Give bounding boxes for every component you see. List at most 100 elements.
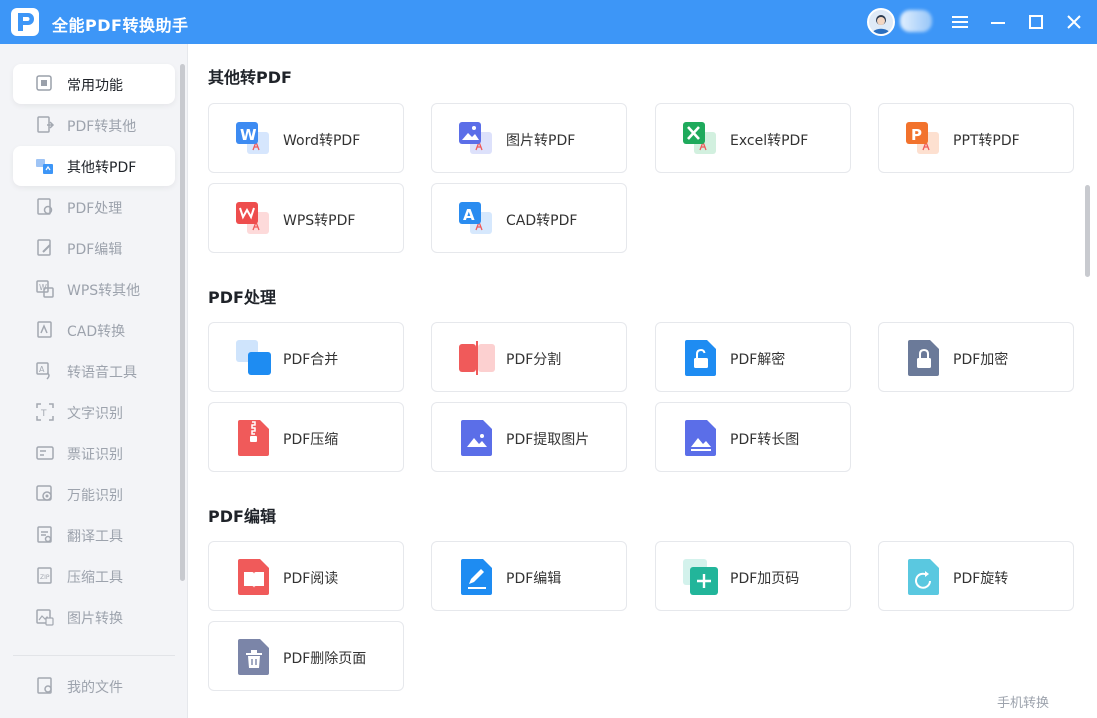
sidebar-item-universal-ocr[interactable]: 万能识别 <box>13 474 175 514</box>
pdf-merge-card[interactable]: PDF合并 <box>208 322 404 392</box>
pdf-compress-card[interactable]: PDF压缩 <box>208 402 404 472</box>
sidebar: 常用功能 PDF转其他 其他转PDF PDF处理 PDF编辑 W WPS转其他 … <box>0 44 188 718</box>
card-label: PDF阅读 <box>283 571 339 587</box>
mobile-convert-link[interactable]: 手机转换 <box>997 692 1049 711</box>
sidebar-item-label: 票证识别 <box>67 447 123 463</box>
card-label: PDF提取图片 <box>506 432 590 448</box>
menu-icon[interactable] <box>948 10 972 34</box>
translate-icon <box>37 526 52 543</box>
sidebar-item-label: 转语音工具 <box>67 365 137 381</box>
card-label: PDF旋转 <box>953 571 1009 587</box>
sidebar-item-label: 常用功能 <box>67 78 123 94</box>
pdf-edit-card[interactable]: PDF编辑 <box>431 541 627 611</box>
delete-page-icon <box>238 639 269 675</box>
read-icon <box>238 559 269 595</box>
extract-image-icon <box>461 420 492 456</box>
speech-icon: A <box>36 362 50 380</box>
card-label: Word转PDF <box>283 133 361 149</box>
sidebar-item-speech[interactable]: A 转语音工具 <box>13 351 175 391</box>
svg-text:T: T <box>40 409 47 419</box>
app-title: 全能PDF转换助手 <box>52 16 189 35</box>
pdf-import-icon <box>36 159 53 174</box>
card-label: WPS转PDF <box>283 213 356 229</box>
card-label: PPT转PDF <box>953 133 1020 149</box>
sidebar-item-label: PDF处理 <box>67 201 123 217</box>
maximize-icon[interactable] <box>1024 10 1048 34</box>
card-label: PDF加页码 <box>730 571 800 587</box>
zip-icon: ZIP <box>37 567 52 584</box>
sidebar-item-label: 我的文件 <box>67 680 123 696</box>
card-label: PDF加密 <box>953 352 1009 368</box>
long-image-icon <box>685 420 716 456</box>
pdf-page-number-card[interactable]: PDF加页码 <box>655 541 851 611</box>
section-title-pdf-process: PDF处理 <box>208 288 276 307</box>
pdf-read-card[interactable]: PDF阅读 <box>208 541 404 611</box>
image-to-pdf-card[interactable]: 图片转PDF <box>431 103 627 173</box>
pdf-delete-page-card[interactable]: PDF删除页面 <box>208 621 404 691</box>
cad-to-pdf-card[interactable]: A CAD转PDF <box>431 183 627 253</box>
svg-text:P: P <box>911 126 922 144</box>
sidebar-item-common[interactable]: 常用功能 <box>13 64 175 104</box>
sidebar-item-my-files[interactable]: 我的文件 <box>13 666 175 706</box>
excel-icon <box>683 122 716 154</box>
pdf-rotate-card[interactable]: PDF旋转 <box>878 541 1074 611</box>
merge-icon <box>236 340 271 375</box>
sidebar-item-ticket[interactable]: 票证识别 <box>13 433 175 473</box>
wps-to-pdf-card[interactable]: WPS转PDF <box>208 183 404 253</box>
ppt-to-pdf-card[interactable]: P PPT转PDF <box>878 103 1074 173</box>
pdf-extract-image-card[interactable]: PDF提取图片 <box>431 402 627 472</box>
card-label: PDF分割 <box>506 352 562 368</box>
sidebar-divider <box>13 655 175 656</box>
card-label: CAD转PDF <box>506 213 578 229</box>
sidebar-item-compress[interactable]: ZIP 压缩工具 <box>13 556 175 596</box>
card-label: PDF转长图 <box>730 432 800 448</box>
sidebar-item-label: 图片转换 <box>67 611 123 627</box>
card-label: Excel转PDF <box>730 133 809 149</box>
app-logo-icon <box>11 8 39 36</box>
user-avatar[interactable] <box>867 8 895 36</box>
sidebar-item-pdf-edit[interactable]: PDF编辑 <box>13 228 175 268</box>
svg-text:W: W <box>240 126 257 144</box>
sidebar-item-translate[interactable]: 翻译工具 <box>13 515 175 555</box>
card-label: PDF合并 <box>283 352 339 368</box>
sidebar-item-label: WPS转其他 <box>67 283 141 299</box>
excel-to-pdf-card[interactable]: Excel转PDF <box>655 103 851 173</box>
cad-icon: A <box>459 202 492 234</box>
image-icon <box>36 609 54 626</box>
main-scrollbar[interactable] <box>1085 185 1090 277</box>
card-label: PDF删除页面 <box>283 651 367 667</box>
close-icon[interactable] <box>1062 10 1086 34</box>
folder-icon <box>37 677 52 694</box>
sidebar-item-ocr[interactable]: T 文字识别 <box>13 392 175 432</box>
pdf-decrypt-card[interactable]: PDF解密 <box>655 322 851 392</box>
sidebar-item-pdf-to-other[interactable]: PDF转其他 <box>13 105 175 145</box>
eye-icon <box>36 485 52 501</box>
sidebar-scrollbar[interactable] <box>180 64 185 581</box>
page-number-icon <box>683 559 718 595</box>
pdf-export-icon <box>37 116 55 133</box>
minimize-icon[interactable] <box>986 10 1010 34</box>
sidebar-item-label: CAD转换 <box>67 324 126 340</box>
sidebar-item-cad[interactable]: CAD转换 <box>13 310 175 350</box>
sidebar-item-wps-to-other[interactable]: W WPS转其他 <box>13 269 175 309</box>
pdf-process-icon <box>37 198 53 215</box>
sidebar-item-label: 万能识别 <box>67 488 123 504</box>
ticket-icon <box>36 446 54 460</box>
card-label: PDF解密 <box>730 352 786 368</box>
wps-icon: W <box>36 280 54 298</box>
pdf-edit-icon <box>37 239 51 256</box>
sidebar-item-pdf-process[interactable]: PDF处理 <box>13 187 175 227</box>
pdf-long-image-card[interactable]: PDF转长图 <box>655 402 851 472</box>
pdf-encrypt-card[interactable]: PDF加密 <box>878 322 1074 392</box>
sidebar-item-other-to-pdf[interactable]: 其他转PDF <box>13 146 175 186</box>
grid-icon <box>36 75 52 91</box>
word-to-pdf-card[interactable]: W Word转PDF <box>208 103 404 173</box>
sidebar-item-label: PDF编辑 <box>67 242 123 258</box>
title-bar: 全能PDF转换助手 <box>0 0 1097 44</box>
ppt-icon: P <box>906 122 939 154</box>
sidebar-item-image-convert[interactable]: 图片转换 <box>13 597 175 637</box>
username-blurred[interactable] <box>900 10 932 32</box>
pdf-split-card[interactable]: PDF分割 <box>431 322 627 392</box>
card-label: 图片转PDF <box>506 133 576 149</box>
word-icon: W <box>236 122 269 154</box>
